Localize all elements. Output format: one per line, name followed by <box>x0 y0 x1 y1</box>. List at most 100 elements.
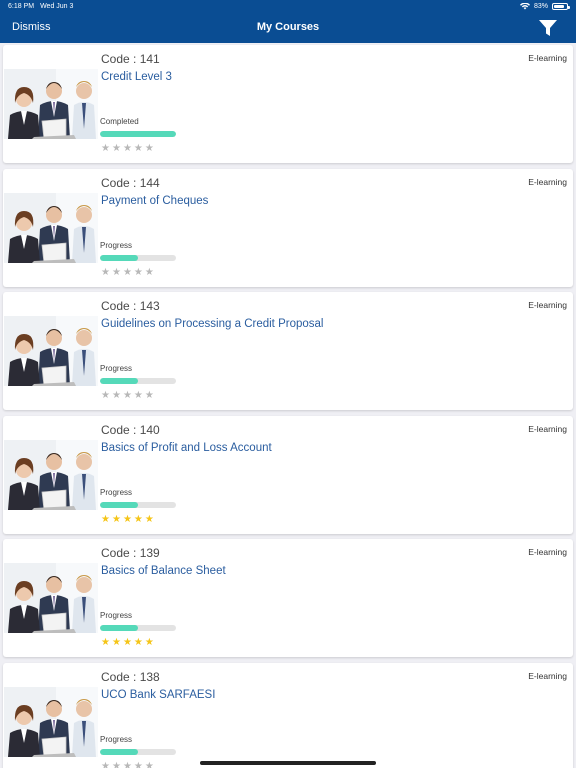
course-status: Progress <box>100 240 133 250</box>
course-thumbnail <box>4 69 98 139</box>
star-icon[interactable]: ★ <box>145 514 154 525</box>
star-icon[interactable]: ★ <box>101 638 110 648</box>
course-status: Progress <box>100 364 133 374</box>
star-icon[interactable]: ★ <box>134 514 143 525</box>
star-icon[interactable]: ★ <box>123 391 132 401</box>
course-code: Code : 144 <box>101 175 160 190</box>
course-type: E-learning <box>528 423 567 434</box>
home-indicator <box>200 761 376 765</box>
course-thumbnail <box>4 687 98 757</box>
page-title: My Courses <box>256 21 320 33</box>
business-team-image <box>4 439 98 510</box>
progress-fill <box>100 501 138 508</box>
business-team-image <box>4 563 98 634</box>
course-thumbnail <box>4 316 98 387</box>
filter-funnel-icon[interactable] <box>538 18 558 38</box>
course-card[interactable]: Code : 140 E-learning Basics of Profit a… <box>3 415 573 534</box>
star-icon[interactable]: ★ <box>112 144 121 154</box>
rating-stars[interactable]: ★ ★ ★ ★ ★ <box>101 267 156 278</box>
course-type: E-learning <box>528 547 567 558</box>
progress-bar <box>100 378 176 385</box>
progress-bar <box>100 131 176 137</box>
star-icon[interactable]: ★ <box>134 144 143 154</box>
battery-percent: 83% <box>533 2 548 10</box>
rating-stars[interactable]: ★ ★ ★ ★ ★ <box>101 762 156 768</box>
course-type: E-learning <box>528 176 567 187</box>
wifi-icon <box>519 2 530 9</box>
rating-stars[interactable]: ★ ★ ★ ★ ★ <box>101 514 156 525</box>
course-type: E-learning <box>528 671 567 681</box>
course-status: Completed <box>100 117 139 126</box>
star-icon[interactable]: ★ <box>123 638 132 648</box>
course-code: Code : 138 <box>101 670 160 684</box>
star-icon[interactable]: ★ <box>123 267 132 278</box>
course-code: Code : 143 <box>101 299 160 314</box>
course-code: Code : 140 <box>101 422 160 437</box>
progress-bar <box>100 254 176 261</box>
business-team-image <box>4 192 98 263</box>
course-card[interactable]: Code : 143 E-learning Guidelines on Proc… <box>3 292 573 411</box>
course-thumbnail <box>4 192 98 263</box>
progress-fill <box>100 254 138 261</box>
navigation-bar: Dismiss My Courses <box>0 12 576 43</box>
status-bar: 6:18 PM Wed Jun 3 83% <box>0 0 576 12</box>
star-icon[interactable]: ★ <box>145 391 154 401</box>
progress-fill <box>100 749 138 755</box>
star-icon[interactable]: ★ <box>101 267 110 278</box>
star-icon[interactable]: ★ <box>145 144 154 154</box>
course-card[interactable]: Code : 141 E-learning Credit Level 3 Com… <box>3 45 573 163</box>
course-thumbnail <box>4 563 98 634</box>
business-team-image <box>4 316 98 387</box>
business-team-image <box>4 69 98 139</box>
star-icon[interactable]: ★ <box>134 391 143 401</box>
course-card[interactable]: Code : 139 E-learning Basics of Balance … <box>3 539 573 658</box>
star-icon[interactable]: ★ <box>134 267 143 278</box>
star-icon[interactable]: ★ <box>123 762 132 768</box>
star-icon[interactable]: ★ <box>101 144 110 154</box>
progress-bar <box>100 625 176 632</box>
progress-bar <box>100 501 176 508</box>
course-thumbnail <box>4 439 98 510</box>
star-icon[interactable]: ★ <box>134 638 143 648</box>
course-type: E-learning <box>528 53 567 63</box>
course-title[interactable]: Guidelines on Processing a Credit Propos… <box>101 318 323 330</box>
star-icon[interactable]: ★ <box>101 391 110 401</box>
progress-fill <box>100 378 138 385</box>
rating-stars[interactable]: ★ ★ ★ ★ ★ <box>101 144 156 154</box>
star-icon[interactable]: ★ <box>112 762 121 768</box>
business-team-image <box>4 687 98 757</box>
course-card[interactable]: Code : 138 E-learning UCO Bank SARFAESI … <box>3 663 573 768</box>
battery-level <box>554 4 564 8</box>
course-status: Progress <box>100 487 133 497</box>
star-icon[interactable]: ★ <box>123 514 132 525</box>
course-title[interactable]: Payment of Cheques <box>101 195 208 207</box>
progress-fill <box>100 625 138 632</box>
progress-fill <box>100 131 176 137</box>
course-card[interactable]: Code : 144 E-learning Payment of Cheques… <box>3 168 573 287</box>
star-icon[interactable]: ★ <box>123 144 132 154</box>
course-title[interactable]: UCO Bank SARFAESI <box>101 689 215 701</box>
star-icon[interactable]: ★ <box>112 267 121 278</box>
course-type: E-learning <box>528 300 567 311</box>
course-title[interactable]: Basics of Profit and Loss Account <box>101 442 272 454</box>
rating-stars[interactable]: ★ ★ ★ ★ ★ <box>101 638 156 648</box>
rating-stars[interactable]: ★ ★ ★ ★ ★ <box>101 391 156 401</box>
status-date: Wed Jun 3 <box>40 2 74 10</box>
course-title[interactable]: Basics of Balance Sheet <box>101 565 226 577</box>
star-icon[interactable]: ★ <box>145 267 154 278</box>
status-time: 6:18 PM <box>8 2 35 10</box>
star-icon[interactable]: ★ <box>112 391 121 401</box>
course-code: Code : 139 <box>101 546 160 561</box>
battery-icon <box>552 2 570 10</box>
star-icon[interactable]: ★ <box>145 638 154 648</box>
star-icon[interactable]: ★ <box>134 762 143 768</box>
star-icon[interactable]: ★ <box>101 514 110 525</box>
course-title[interactable]: Credit Level 3 <box>101 71 172 83</box>
star-icon[interactable]: ★ <box>145 762 154 768</box>
star-icon[interactable]: ★ <box>112 514 121 525</box>
progress-bar <box>100 749 176 755</box>
star-icon[interactable]: ★ <box>112 638 121 648</box>
course-status: Progress <box>100 735 133 744</box>
star-icon[interactable]: ★ <box>101 762 110 768</box>
course-status: Progress <box>100 611 133 621</box>
